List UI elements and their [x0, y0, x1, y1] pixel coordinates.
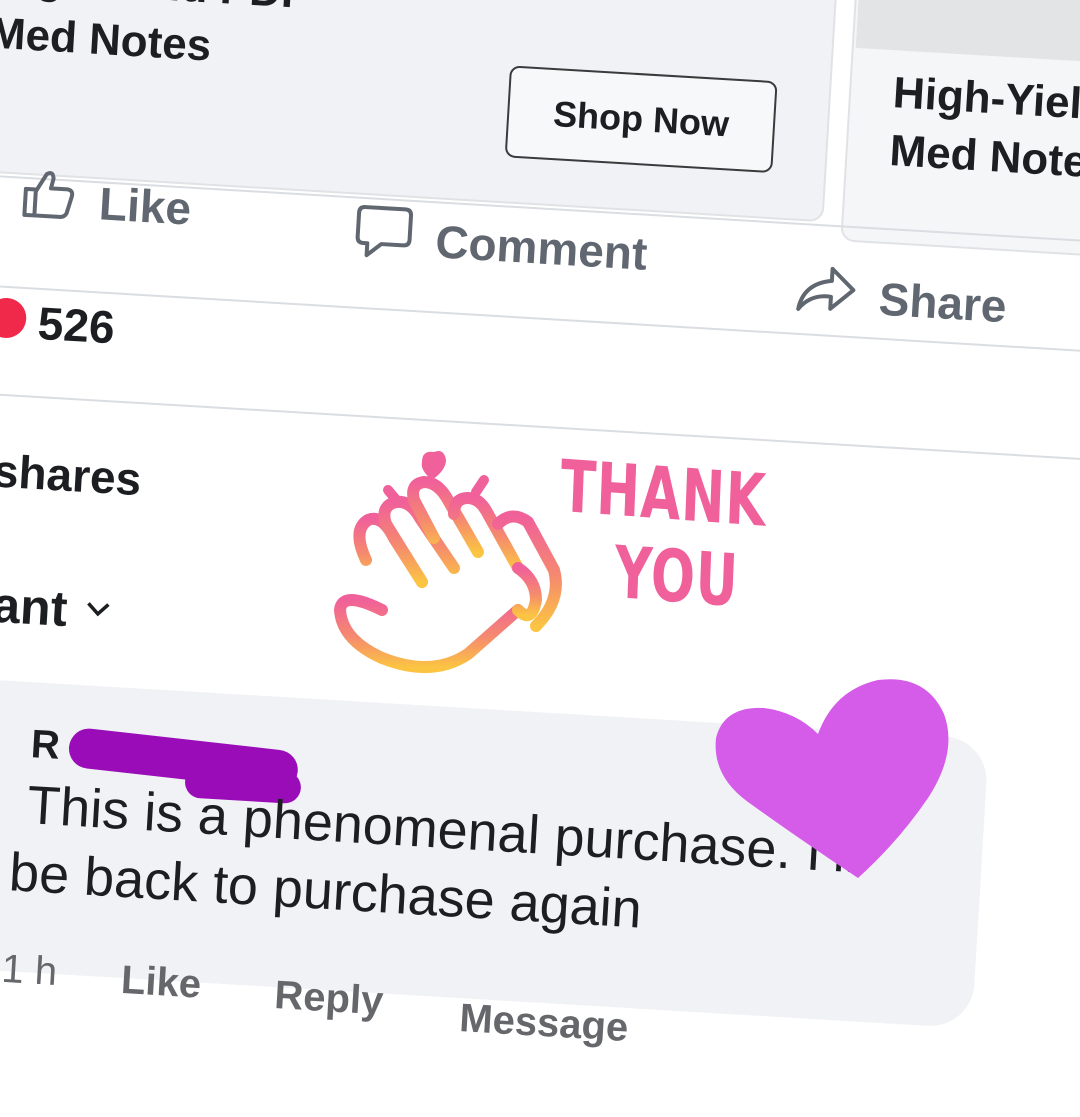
thumbs-up-icon — [17, 167, 79, 233]
thank-you-sticker-line2: YOU — [612, 530, 741, 623]
comment-timestamp: 1 h — [0, 946, 59, 995]
heart-icon — [708, 679, 958, 886]
shares-count[interactable]: shares — [0, 443, 143, 506]
comment-icon — [352, 202, 416, 272]
comment-reply-button[interactable]: Reply — [273, 973, 384, 1024]
clapping-hands-sticker — [322, 440, 572, 680]
love-reaction-icon — [0, 296, 28, 340]
comment-like-button[interactable]: Like — [120, 958, 203, 1008]
like-button[interactable]: Like — [17, 167, 193, 240]
share-button[interactable]: Share — [793, 263, 1008, 336]
ad-card-subtitle: Med Notes — [0, 8, 213, 71]
sort-label: Most relevant — [0, 562, 70, 638]
comment-button[interactable]: Comment — [352, 202, 650, 286]
share-label: Share — [877, 272, 1009, 332]
chevron-down-icon — [85, 599, 112, 624]
comment-message-button[interactable]: Message — [458, 996, 629, 1051]
shop-now-button[interactable]: Shop Now — [504, 65, 778, 174]
purple-heart-sticker — [708, 672, 958, 882]
comment-author[interactable]: R — [30, 722, 61, 769]
thank-you-sticker-line1: THANK — [558, 444, 768, 543]
share-icon — [793, 263, 859, 328]
comment-sort-dropdown[interactable]: Most relevant — [0, 561, 113, 641]
clapping-hands-icon — [322, 451, 572, 684]
like-label: Like — [97, 176, 193, 235]
reaction-count[interactable]: 526 — [36, 296, 116, 354]
comment-label: Comment — [434, 214, 649, 280]
